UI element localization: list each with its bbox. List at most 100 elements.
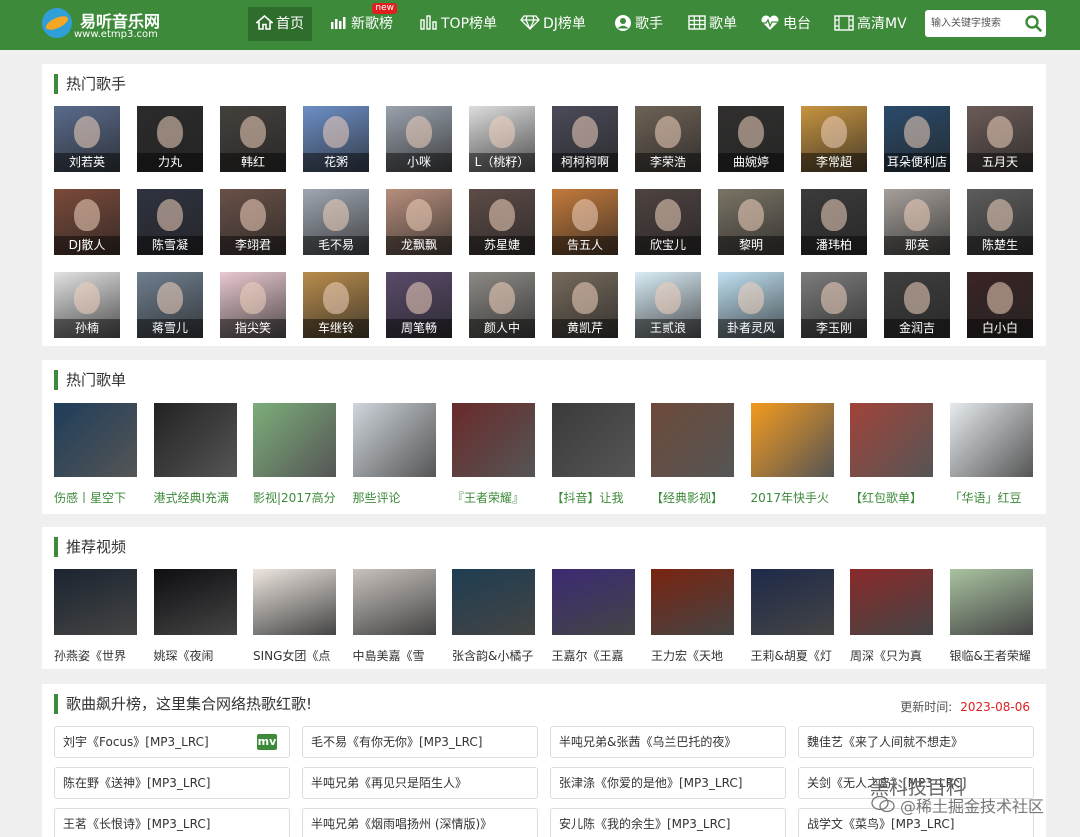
playlist-title[interactable]: 【红包歌单】 (850, 489, 933, 506)
singer-card[interactable]: 五月天 (967, 106, 1033, 172)
video-card[interactable]: 王莉&胡夏《灯 (750, 569, 834, 664)
singer-card[interactable]: 黄凯芹 (552, 272, 618, 338)
singer-card[interactable]: 小咪 (386, 106, 452, 172)
video-title[interactable]: 银临&王者荣耀 (950, 647, 1033, 664)
video-card[interactable]: SING女团《点 (253, 569, 336, 664)
video-title[interactable]: 王莉&胡夏《灯 (751, 647, 834, 664)
video-card[interactable]: 王力宏《天地 (651, 569, 734, 664)
nav-item-singers[interactable]: 歌手 (606, 7, 671, 41)
video-title[interactable]: 张含韵&小橘子 (452, 647, 535, 664)
singer-card[interactable]: 卦者灵风 (718, 272, 784, 338)
singer-card[interactable]: L（桃籽） (469, 106, 535, 172)
singer-card[interactable]: 黎明 (718, 189, 784, 255)
singer-card[interactable]: 苏星婕 (469, 189, 535, 255)
song-link[interactable]: 半吨兄弟《烟雨唱扬州 (深情版)》 (302, 808, 538, 837)
singer-card[interactable]: 耳朵便利店 (884, 106, 950, 172)
playlist-title[interactable]: 影视|2017高分 (253, 489, 336, 506)
singer-card[interactable]: 蒋雪儿 (137, 272, 203, 338)
video-title[interactable]: 周深《只为真 (850, 647, 933, 664)
playlist-title[interactable]: 【抖音】让我 (552, 489, 635, 506)
video-card[interactable]: 姚琛《夜闹 (153, 569, 237, 664)
nav-item-radio[interactable]: 电台 (752, 7, 819, 41)
video-card[interactable]: 银临&王者荣耀 (949, 569, 1033, 664)
singer-card[interactable]: 刘若英 (54, 106, 120, 172)
song-link[interactable]: 张津涤《你爱的是他》[MP3_LRC] (550, 767, 786, 799)
singer-name: 那英 (884, 236, 950, 255)
playlist-card[interactable]: 影视|2017高分 (253, 403, 336, 506)
singer-card[interactable]: 欣宝儿 (635, 189, 701, 255)
video-title[interactable]: 王力宏《天地 (651, 647, 734, 664)
playlist-title[interactable]: 2017年快手火 (751, 489, 834, 506)
playlist-card[interactable]: 「华语」红豆 (949, 403, 1033, 506)
nav-item-top-chart[interactable]: TOP榜单 (412, 7, 505, 41)
video-title[interactable]: 中島美嘉《雪 (353, 647, 436, 664)
song-link[interactable]: 魏佳艺《来了人间就不想走》 (798, 726, 1034, 758)
nav-label-singers: 歌手 (635, 16, 663, 32)
search-input[interactable] (925, 10, 1021, 37)
singer-card[interactable]: 韩红 (220, 106, 286, 172)
singer-card[interactable]: 金润吉 (884, 272, 950, 338)
nav-item-home[interactable]: 首页 (248, 7, 312, 41)
song-link[interactable]: 半吨兄弟《再见只是陌生人》 (302, 767, 538, 799)
search-icon[interactable] (1022, 12, 1045, 35)
singer-card[interactable]: 李荣浩 (635, 106, 701, 172)
singer-card[interactable]: 潘玮柏 (801, 189, 867, 255)
singer-card[interactable]: 告五人 (552, 189, 618, 255)
playlist-title[interactable]: 那些评论 (353, 489, 436, 506)
singer-card[interactable]: 孙楠 (54, 272, 120, 338)
playlist-card[interactable]: 【经典影视】 (651, 403, 734, 506)
video-card[interactable]: 王嘉尔《王嘉 (551, 569, 635, 664)
video-card[interactable]: 周深《只为真 (850, 569, 933, 664)
singer-card[interactable]: 李常超 (801, 106, 867, 172)
playlist-card[interactable]: 【抖音】让我 (551, 403, 635, 506)
singer-card[interactable]: 李玉刚 (801, 272, 867, 338)
video-title[interactable]: 姚琛《夜闹 (154, 647, 237, 664)
song-link[interactable]: 半吨兄弟&张茜《乌兰巴托的夜》 (550, 726, 786, 758)
singer-card[interactable]: 白小白 (967, 272, 1033, 338)
video-title[interactable]: 王嘉尔《王嘉 (552, 647, 635, 664)
video-card[interactable]: 中島美嘉《雪 (352, 569, 436, 664)
singer-card[interactable]: DJ散人 (54, 189, 120, 255)
song-link[interactable]: 刘宇《Focus》[MP3_LRC] mv (54, 726, 290, 758)
singer-card[interactable]: 曲婉婷 (718, 106, 784, 172)
singer-card[interactable]: 李翊君 (220, 189, 286, 255)
playlist-card[interactable]: 『王者荣耀』 (452, 403, 535, 506)
song-link[interactable]: 王茗《长恨诗》[MP3_LRC] (54, 808, 290, 837)
playlist-title[interactable]: 【经典影视】 (651, 489, 734, 506)
song-link[interactable]: 安儿陈《我的余生》[MP3_LRC] (550, 808, 786, 837)
singer-card[interactable]: 毛不易 (303, 189, 369, 255)
nav-item-hd-mv[interactable]: 高清MV (826, 7, 915, 41)
singer-card[interactable]: 指尖笑 (220, 272, 286, 338)
singer-card[interactable]: 周笔畅 (386, 272, 452, 338)
singer-card[interactable]: 陈楚生 (967, 189, 1033, 255)
playlist-title[interactable]: 『王者荣耀』 (452, 489, 535, 506)
song-link[interactable]: 陈在野《送神》[MP3_LRC] (54, 767, 290, 799)
singer-card[interactable]: 陈雪凝 (137, 189, 203, 255)
song-link[interactable]: 毛不易《有你无你》[MP3_LRC] (302, 726, 538, 758)
nav-item-playlists[interactable]: 歌单 (680, 7, 745, 41)
singer-card[interactable]: 那英 (884, 189, 950, 255)
video-card[interactable]: 孙燕姿《世界 (54, 569, 137, 664)
video-title[interactable]: SING女团《点 (253, 647, 336, 664)
singer-card[interactable]: 王贰浪 (635, 272, 701, 338)
singer-card[interactable]: 柯柯柯啊 (552, 106, 618, 172)
site-logo[interactable]: 易听音乐网 www.etmp3.com (42, 8, 172, 42)
playlist-card[interactable]: 【红包歌单】 (850, 403, 933, 506)
mv-badge[interactable]: mv (257, 734, 277, 750)
playlist-title[interactable]: 伤感丨星空下 (54, 489, 137, 506)
playlist-title[interactable]: 「华语」红豆 (950, 489, 1033, 506)
playlist-card[interactable]: 伤感丨星空下 (54, 403, 137, 506)
singer-card[interactable]: 花粥 (303, 106, 369, 172)
nav-item-dj-chart[interactable]: DJ榜单 (512, 7, 594, 41)
playlist-card[interactable]: 港式经典I充满 (153, 403, 237, 506)
playlist-card[interactable]: 那些评论 (352, 403, 436, 506)
nav-item-new-songs[interactable]: 新歌榜 new (322, 3, 401, 41)
singer-card[interactable]: 车继铃 (303, 272, 369, 338)
playlist-card[interactable]: 2017年快手火 (750, 403, 834, 506)
video-card[interactable]: 张含韵&小橘子 (452, 569, 535, 664)
singer-card[interactable]: 颜人中 (469, 272, 535, 338)
singer-card[interactable]: 龙飘飘 (386, 189, 452, 255)
singer-card[interactable]: 力丸 (137, 106, 203, 172)
playlist-title[interactable]: 港式经典I充满 (154, 489, 237, 506)
video-title[interactable]: 孙燕姿《世界 (54, 647, 137, 664)
